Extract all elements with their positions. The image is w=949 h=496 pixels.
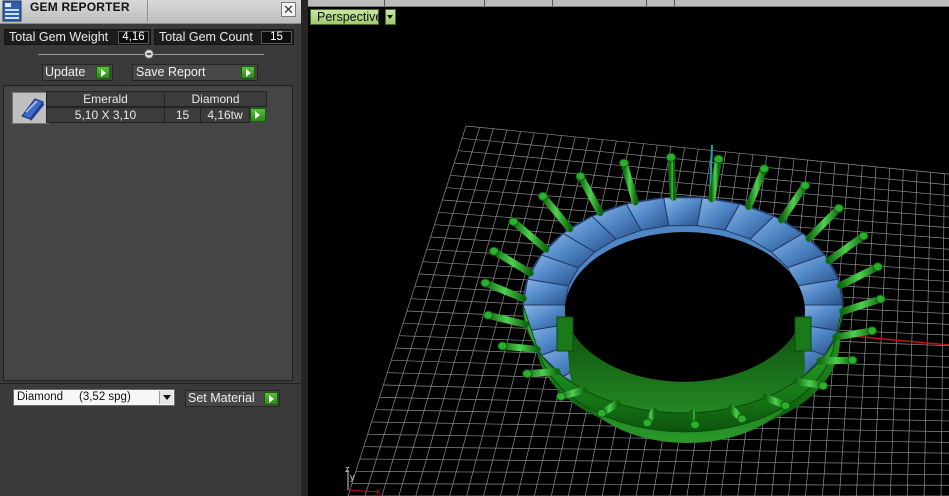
prong [832, 327, 876, 341]
svg-text:x: x [376, 486, 381, 496]
save-report-play-icon [241, 66, 255, 79]
prong-tip [537, 191, 548, 201]
panel-title: GEM REPORTER [30, 0, 130, 14]
ring-scene[interactable]: z y x [308, 0, 949, 496]
gem-reporter-app-icon [2, 0, 22, 22]
total-gem-weight-value: 4,16 [118, 31, 149, 44]
total-gem-weight-box: Total Gem Weight 4,16 [4, 29, 151, 45]
prong [708, 155, 723, 203]
material-select-value: Diamond (3,52 spg) [17, 391, 131, 403]
prong-tip [619, 158, 630, 168]
save-report-button[interactable]: Save Report [132, 64, 258, 81]
update-button-label: Update [45, 65, 86, 79]
prong-tip [690, 420, 701, 430]
total-gem-count-value: 15 [261, 31, 292, 44]
prong-tip [665, 152, 676, 162]
prong [667, 153, 677, 201]
prong-tip [488, 246, 499, 256]
emerald-gem [663, 197, 703, 227]
slider-handle[interactable] [144, 49, 154, 59]
prong-tip [800, 180, 811, 190]
prong [825, 232, 868, 265]
grid-line [363, 446, 949, 454]
3d-viewport[interactable]: z y x Perspective [308, 0, 949, 496]
prong-tip [508, 217, 519, 227]
prong [510, 218, 550, 253]
panel-divider[interactable] [301, 0, 308, 496]
gem-list: Emerald Diamond 5,10 X 3,10 15 4,16tw [3, 85, 293, 381]
prong-tip [713, 154, 724, 164]
total-gem-count-box: Total Gem Count 15 [154, 29, 294, 45]
ring-model[interactable] [480, 152, 886, 443]
chevron-down-icon[interactable] [159, 391, 173, 404]
prong-tip [858, 231, 869, 241]
grid-line [359, 458, 949, 465]
prong [498, 342, 541, 353]
prong-tip [497, 341, 508, 351]
prong-tip [483, 310, 494, 320]
prong-tip [875, 294, 886, 304]
total-gem-count-label: Total Gem Count [159, 30, 253, 44]
panel-titlebar: GEM REPORTER ✕ [0, 0, 301, 24]
prong-tip [780, 401, 791, 411]
material-header: Diamond [164, 91, 267, 107]
gem-thumbnail[interactable] [12, 92, 49, 124]
gem-reporter-panel: GEM REPORTER ✕ Total Gem Weight 4,16 Tot… [0, 0, 301, 496]
prong-tip [818, 381, 829, 391]
ring-setting-block [794, 316, 812, 352]
prong-tip [555, 392, 566, 402]
prong-tip [480, 278, 491, 288]
prong-tip [867, 326, 878, 336]
prong [576, 172, 604, 217]
prong-tip [759, 164, 770, 174]
title-divider [147, 0, 148, 22]
prong [539, 192, 574, 233]
gem-size-cell: 5,10 X 3,10 [46, 107, 165, 123]
axis-gizmo: z y x [345, 464, 381, 496]
set-material-button[interactable]: Set Material [185, 390, 280, 407]
close-icon[interactable]: ✕ [281, 2, 296, 17]
save-report-button-label: Save Report [136, 65, 206, 79]
prong-tip [522, 369, 533, 379]
prong [620, 159, 639, 206]
ring-setting-block [556, 316, 574, 352]
update-play-icon [96, 66, 110, 79]
gem-type-header: Emerald [46, 91, 165, 107]
prong [836, 263, 882, 289]
prong-tip [833, 203, 844, 213]
gem-thumbnail-icon [13, 93, 48, 123]
prong [484, 311, 530, 329]
prong-tip [847, 355, 858, 365]
gem-weight-cell: 4,16tw [200, 107, 250, 123]
perspective-view-button[interactable]: Perspective [310, 9, 382, 25]
gem-row-play-icon[interactable] [250, 108, 266, 122]
prong-tip [642, 418, 653, 428]
grid-line [355, 470, 949, 475]
set-material-button-label: Set Material [188, 391, 255, 405]
prong [805, 204, 843, 242]
total-gem-weight-label: Total Gem Weight [9, 30, 109, 44]
material-select[interactable]: Diamond (3,52 spg) [13, 389, 175, 406]
panel-separator [0, 383, 301, 384]
prong-tip [736, 414, 747, 424]
prong-tip [575, 171, 586, 181]
gem-count-cell: 15 [164, 107, 201, 123]
update-button[interactable]: Update [42, 64, 113, 81]
prong-tip [596, 408, 607, 418]
svg-text:y: y [350, 472, 355, 482]
grid-line [465, 125, 949, 175]
view-dropdown-chevron-icon[interactable] [385, 9, 396, 25]
set-material-play-icon [264, 392, 278, 405]
grid-line [351, 483, 949, 486]
grid-line [462, 137, 949, 186]
prong-tip [872, 262, 883, 272]
